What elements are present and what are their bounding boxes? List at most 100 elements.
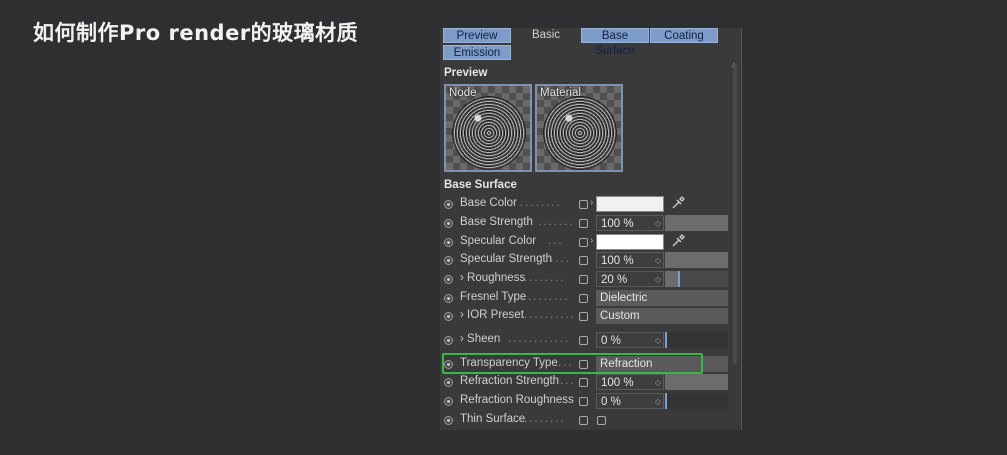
param-row-ior-preset: › IOR Preset .......... Custom: [440, 308, 740, 326]
animate-radio-icon[interactable]: [444, 336, 453, 345]
animate-radio-icon[interactable]: [444, 200, 453, 209]
animate-radio-icon[interactable]: [444, 378, 453, 387]
tab-coating[interactable]: Coating: [650, 28, 718, 43]
roughness-slider[interactable]: [665, 271, 728, 287]
animate-radio-icon[interactable]: [444, 294, 453, 303]
slide-title: 如何制作Pro render的玻璃材质: [33, 21, 359, 45]
animate-radio-icon[interactable]: [444, 397, 453, 406]
label-leader-dots: ............: [508, 333, 571, 345]
param-label: Specular Color: [460, 235, 537, 247]
specular-strength-slider[interactable]: [665, 252, 728, 268]
fresnel-type-dropdown[interactable]: Dielectric: [596, 290, 728, 306]
base-strength-input[interactable]: 100 % ◇: [596, 215, 664, 231]
refraction-roughness-input[interactable]: 0 % ◇: [596, 393, 664, 409]
specular-color-swatch[interactable]: [596, 234, 664, 250]
param-label: › IOR Preset: [460, 309, 524, 321]
roughness-input[interactable]: 20 % ◇: [596, 271, 664, 287]
spinner-icon[interactable]: ◇: [655, 216, 661, 232]
texture-checkbox[interactable]: [579, 294, 588, 303]
texture-checkbox[interactable]: [579, 312, 588, 321]
spinner-icon[interactable]: ◇: [655, 375, 661, 391]
texture-checkbox[interactable]: [579, 219, 588, 228]
param-row-sheen: › Sheen ............ 0 % ◇: [440, 332, 740, 350]
transparency-highlight-box: [442, 353, 703, 374]
field-value: 20 %: [601, 274, 628, 286]
animate-radio-icon[interactable]: [444, 275, 453, 284]
param-label: Base Color: [460, 197, 517, 209]
slider-fill: [665, 215, 728, 231]
param-row-refraction-roughness: Refraction Roughness 0 % ◇: [440, 393, 740, 411]
param-row-thin-surface: Thin Surface ........: [440, 412, 740, 430]
label-leader-dots: ........: [528, 291, 570, 303]
eyedropper-icon[interactable]: [671, 234, 685, 248]
chevron-right-icon[interactable]: ›: [590, 197, 593, 208]
ior-preset-dropdown[interactable]: Custom: [596, 308, 728, 324]
texture-checkbox[interactable]: [579, 256, 588, 265]
label-leader-dots: .......: [538, 216, 575, 228]
sheen-input[interactable]: 0 % ◇: [596, 332, 664, 348]
param-row-roughness: › Roughness ........ 20 % ◇: [440, 271, 740, 289]
spinner-icon[interactable]: ◇: [655, 333, 661, 349]
param-label: Base Strength: [460, 216, 533, 228]
preview-section-title: Preview: [444, 67, 488, 79]
node-preview-thumbnail[interactable]: Node: [444, 84, 532, 172]
glass-sphere-image: [452, 96, 526, 170]
texture-checkbox[interactable]: [579, 397, 588, 406]
glass-sphere-image: [543, 96, 617, 170]
field-value: 100 %: [601, 255, 634, 267]
tab-emission[interactable]: Emission: [443, 45, 511, 60]
spinner-icon[interactable]: ◇: [655, 253, 661, 269]
material-preview-thumbnail[interactable]: Material: [535, 84, 623, 172]
texture-checkbox[interactable]: [579, 416, 588, 425]
refraction-strength-input[interactable]: 100 % ◇: [596, 374, 664, 390]
specular-strength-input[interactable]: 100 % ◇: [596, 252, 664, 268]
slider-handle[interactable]: [677, 271, 680, 287]
tab-base-surface[interactable]: Base Surface: [581, 28, 649, 57]
param-row-base-color: Base Color ........ ›: [440, 196, 740, 214]
label-leader-dots: ........: [524, 272, 566, 284]
animate-radio-icon[interactable]: [444, 238, 453, 247]
thin-surface-checkbox[interactable]: [597, 416, 606, 425]
param-label: › Sheen: [460, 333, 501, 345]
field-value: 100 %: [601, 377, 634, 389]
base-strength-slider[interactable]: [665, 215, 728, 231]
param-row-specular-color: Specular Color ... ›: [440, 234, 740, 252]
animate-radio-icon[interactable]: [444, 312, 453, 321]
label-leader-dots: ..........: [524, 309, 576, 321]
refraction-strength-slider[interactable]: [665, 374, 728, 390]
param-label: Thin Surface: [460, 413, 526, 425]
spinner-icon[interactable]: ◇: [655, 272, 661, 288]
field-value: 0 %: [601, 335, 621, 347]
spinner-icon[interactable]: ◇: [655, 394, 661, 410]
slider-fill: [665, 374, 728, 390]
tab-preview[interactable]: Preview: [443, 28, 511, 43]
texture-checkbox[interactable]: [579, 238, 588, 247]
label-leader-dots: ...: [548, 235, 564, 247]
node-preview-label: Node: [449, 87, 477, 99]
param-label: Fresnel Type: [460, 291, 527, 303]
animate-radio-icon[interactable]: [444, 256, 453, 265]
slider-handle[interactable]: [665, 393, 667, 409]
texture-checkbox[interactable]: [579, 275, 588, 284]
slider-handle[interactable]: [665, 332, 667, 348]
sheen-slider[interactable]: [665, 332, 728, 348]
material-preview-label: Material: [540, 87, 581, 99]
base-surface-section-title: Base Surface: [444, 179, 517, 191]
texture-checkbox[interactable]: [579, 336, 588, 345]
animate-radio-icon[interactable]: [444, 416, 453, 425]
param-row-base-strength: Base Strength ....... 100 % ◇: [440, 215, 740, 233]
param-label: Specular Strength: [460, 253, 553, 265]
label-leader-dots: ...: [560, 375, 576, 387]
field-value: 100 %: [601, 218, 634, 230]
eyedropper-icon[interactable]: [671, 196, 685, 210]
base-color-swatch[interactable]: [596, 196, 664, 212]
refraction-roughness-slider[interactable]: [665, 393, 728, 409]
tab-basic[interactable]: Basic: [512, 28, 580, 43]
texture-checkbox[interactable]: [579, 378, 588, 387]
texture-checkbox[interactable]: [579, 200, 588, 209]
chevron-right-icon[interactable]: ›: [590, 235, 593, 246]
animate-radio-icon[interactable]: [444, 219, 453, 228]
param-label: › Roughness: [460, 272, 526, 284]
slider-fill: [665, 271, 678, 287]
label-leader-dots: ........: [520, 197, 562, 209]
